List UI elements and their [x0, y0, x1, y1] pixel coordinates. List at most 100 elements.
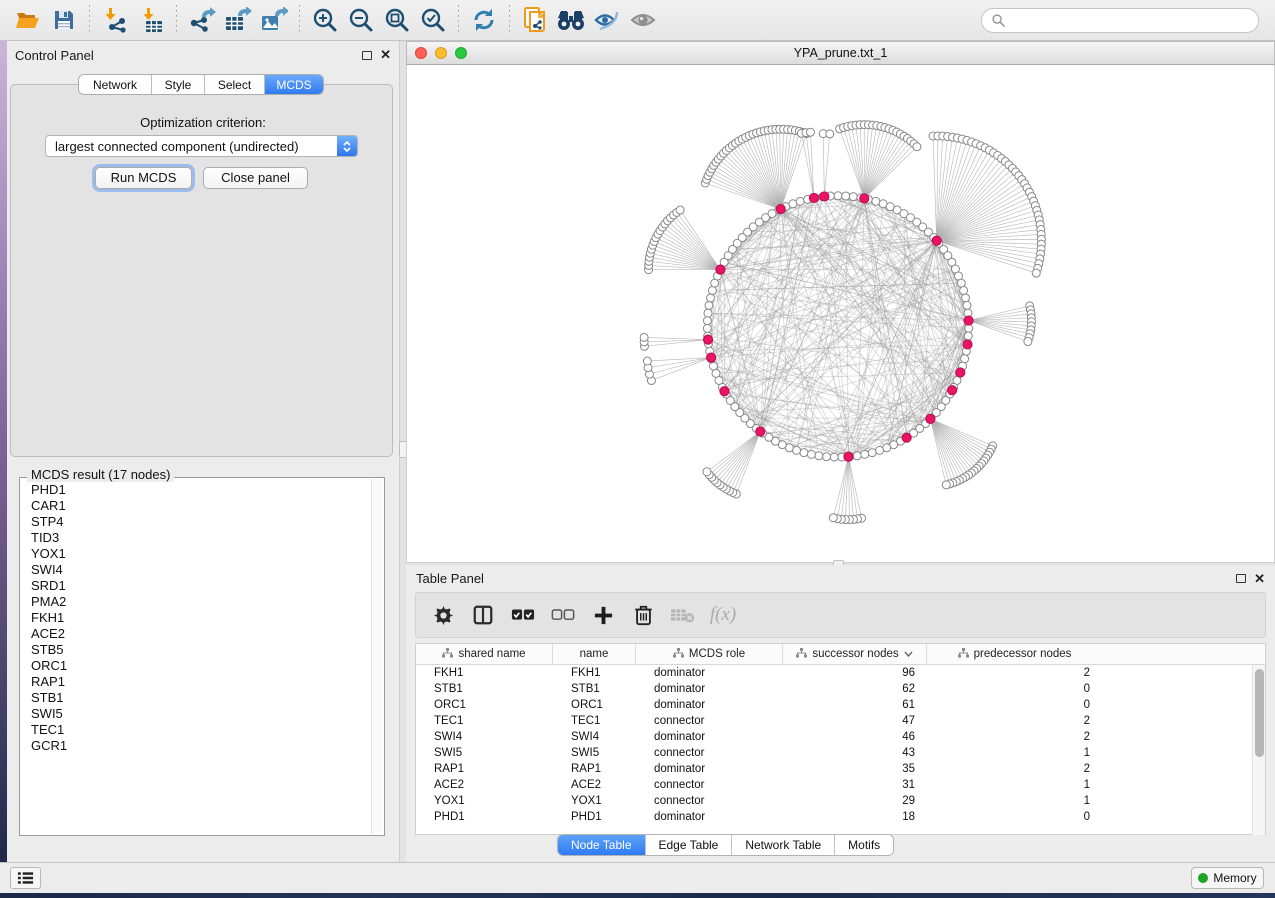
mcds-hub-node[interactable] [756, 427, 765, 436]
network-node[interactable] [1032, 269, 1040, 277]
network-node[interactable] [849, 193, 857, 201]
close-table-panel-icon[interactable]: ✕ [1254, 574, 1265, 584]
table-row[interactable]: FKH1FKH1dominator962 [416, 665, 1265, 681]
network-node[interactable] [703, 324, 711, 332]
mcds-result-item[interactable]: SWI5 [24, 706, 370, 722]
add-column-button[interactable] [590, 602, 616, 628]
column-header-name[interactable]: name [553, 644, 636, 664]
tab-style[interactable]: Style [152, 75, 205, 94]
tab-mcds[interactable]: MCDS [265, 75, 323, 94]
network-node[interactable] [789, 200, 797, 208]
refresh-button[interactable] [466, 3, 502, 37]
float-table-panel-icon[interactable] [1236, 574, 1246, 583]
mcds-hub-node[interactable] [964, 316, 973, 325]
search-network-button[interactable] [553, 3, 589, 37]
export-table-button[interactable] [220, 3, 256, 37]
mcds-result-item[interactable]: STP4 [24, 514, 370, 530]
mcds-result-scrollbar[interactable] [371, 479, 383, 834]
show-graphics-button[interactable] [625, 3, 661, 37]
select-all-button[interactable] [510, 602, 536, 628]
clone-network-button[interactable] [517, 3, 553, 37]
tab-network[interactable]: Network [79, 75, 152, 94]
table-row[interactable]: SWI5SWI5connector431 [416, 745, 1265, 761]
column-header-predecessor-nodes[interactable]: predecessor nodes [927, 644, 1102, 664]
zoom-fit-button[interactable] [379, 3, 415, 37]
tab-node-table[interactable]: Node Table [558, 835, 646, 855]
table-settings-button[interactable] [430, 602, 456, 628]
network-node[interactable] [640, 333, 648, 341]
mcds-hub-node[interactable] [902, 433, 911, 442]
mcds-hub-node[interactable] [707, 353, 716, 362]
network-node[interactable] [815, 452, 823, 460]
column-header-shared-name[interactable]: shared name [416, 644, 553, 664]
import-table-button[interactable] [133, 3, 169, 37]
mcds-result-item[interactable]: CAR1 [24, 498, 370, 514]
open-file-button[interactable] [10, 3, 46, 37]
float-panel-icon[interactable] [362, 51, 372, 60]
memory-button[interactable]: Memory [1191, 867, 1264, 889]
network-node[interactable] [823, 453, 831, 461]
network-node[interactable] [861, 450, 869, 458]
mcds-hub-node[interactable] [926, 414, 935, 423]
network-canvas[interactable] [406, 65, 1275, 563]
search-input[interactable] [1011, 14, 1248, 28]
mcds-result-item[interactable]: RAP1 [24, 674, 370, 690]
network-node[interactable] [942, 481, 950, 489]
mcds-hub-node[interactable] [948, 386, 957, 395]
export-image-button[interactable] [256, 3, 292, 37]
tab-network-table[interactable]: Network Table [732, 835, 835, 855]
table-row[interactable]: ACE2ACE2connector311 [416, 777, 1265, 793]
mcds-result-item[interactable]: SWI4 [24, 562, 370, 578]
import-network-button[interactable] [97, 3, 133, 37]
zoom-in-button[interactable] [307, 3, 343, 37]
network-node[interactable] [643, 357, 651, 365]
close-panel-icon[interactable]: ✕ [380, 50, 391, 60]
tab-motifs[interactable]: Motifs [835, 835, 893, 855]
network-node[interactable] [712, 369, 720, 377]
mcds-result-item[interactable]: ACE2 [24, 626, 370, 642]
network-node[interactable] [710, 362, 718, 370]
mcds-hub-node[interactable] [860, 194, 869, 203]
hide-graphics-button[interactable] [589, 3, 625, 37]
network-window-titlebar[interactable]: YPA_prune.txt_1 [406, 41, 1275, 65]
network-node[interactable] [826, 130, 834, 138]
table-row[interactable]: TEC1TEC1connector472 [416, 713, 1265, 729]
network-node[interactable] [1024, 338, 1032, 346]
network-node[interactable] [853, 452, 861, 460]
mcds-result-item[interactable]: YOX1 [24, 546, 370, 562]
mcds-result-item[interactable]: PMA2 [24, 594, 370, 610]
network-node[interactable] [961, 355, 969, 363]
network-node[interactable] [876, 446, 884, 454]
network-node[interactable] [963, 301, 971, 309]
network-node[interactable] [796, 197, 804, 205]
mcds-hub-node[interactable] [844, 452, 853, 461]
network-node[interactable] [913, 143, 921, 151]
table-row[interactable]: ORC1ORC1dominator610 [416, 697, 1265, 713]
task-history-button[interactable] [10, 867, 41, 889]
mcds-hub-node[interactable] [720, 387, 729, 396]
network-node[interactable] [807, 450, 815, 458]
network-node[interactable] [704, 309, 712, 317]
close-panel-button[interactable]: Close panel [203, 167, 308, 189]
export-network-button[interactable] [184, 3, 220, 37]
table-row[interactable]: SWI4SWI4dominator462 [416, 729, 1265, 745]
save-session-button[interactable] [46, 3, 82, 37]
delete-column-button[interactable] [630, 602, 656, 628]
network-node[interactable] [703, 468, 711, 476]
network-node[interactable] [829, 514, 837, 522]
run-mcds-button[interactable]: Run MCDS [95, 167, 192, 189]
mcds-result-item[interactable]: FKH1 [24, 610, 370, 626]
optimization-criterion-dropdown[interactable]: largest connected component (undirected) [45, 135, 358, 157]
network-node[interactable] [676, 206, 684, 214]
table-row[interactable]: YOX1YOX1connector291 [416, 793, 1265, 809]
network-node[interactable] [868, 449, 876, 457]
mcds-result-item[interactable]: TEC1 [24, 722, 370, 738]
tab-select[interactable]: Select [205, 75, 265, 94]
network-node[interactable] [964, 332, 972, 340]
mcds-result-item[interactable]: STB1 [24, 690, 370, 706]
network-node[interactable] [842, 192, 850, 200]
mcds-result-item[interactable]: TID3 [24, 530, 370, 546]
mcds-result-item[interactable]: PHD1 [24, 482, 370, 498]
mcds-hub-node[interactable] [716, 265, 725, 274]
network-node[interactable] [960, 286, 968, 294]
